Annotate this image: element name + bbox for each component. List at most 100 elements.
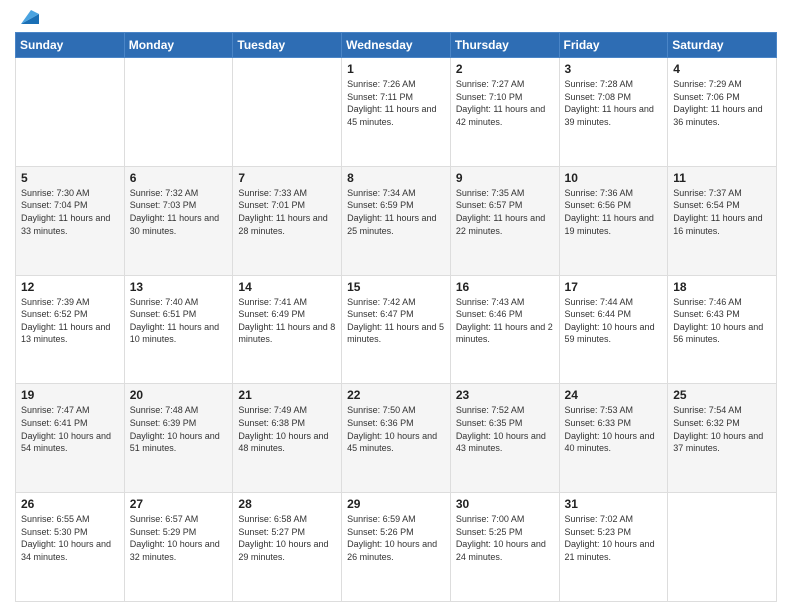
sunrise-text: Sunrise: 7:32 AM: [130, 188, 199, 198]
sunset-text: Sunset: 6:44 PM: [565, 309, 632, 319]
sunset-text: Sunset: 6:32 PM: [673, 418, 740, 428]
sunrise-text: Sunrise: 7:41 AM: [238, 297, 307, 307]
sunrise-text: Sunrise: 6:57 AM: [130, 514, 199, 524]
daylight-text: Daylight: 10 hours and 56 minutes.: [673, 322, 763, 345]
sunrise-text: Sunrise: 7:00 AM: [456, 514, 525, 524]
sunrise-text: Sunrise: 7:49 AM: [238, 405, 307, 415]
day-number: 24: [565, 388, 663, 402]
table-row: 19Sunrise: 7:47 AMSunset: 6:41 PMDayligh…: [16, 384, 125, 493]
sunrise-text: Sunrise: 7:43 AM: [456, 297, 525, 307]
day-info: Sunrise: 7:53 AMSunset: 6:33 PMDaylight:…: [565, 404, 663, 454]
col-wednesday: Wednesday: [342, 33, 451, 58]
sunset-text: Sunset: 7:04 PM: [21, 200, 88, 210]
col-sunday: Sunday: [16, 33, 125, 58]
table-row: 29 Sunrise: 6:59 AM Sunset: 5:26 PM Dayligh…: [342, 493, 451, 602]
day-number: 13: [130, 280, 228, 294]
sunrise-text: Sunrise: 6:55 AM: [21, 514, 90, 524]
day-number: 21: [238, 388, 336, 402]
day-number: 5: [21, 171, 119, 185]
day-info: Sunrise: 7:42 AMSunset: 6:47 PMDaylight:…: [347, 296, 445, 346]
sunset-text: Sunset: 5:26 PM: [347, 527, 414, 537]
sunrise-text: Sunrise: 7:29 AM: [673, 79, 742, 89]
table-row: 25Sunrise: 7:54 AMSunset: 6:32 PMDayligh…: [668, 384, 777, 493]
sunset-text: Sunset: 6:35 PM: [456, 418, 523, 428]
table-row: [16, 58, 125, 167]
daylight-text: Daylight: 10 hours and 40 minutes.: [565, 431, 655, 454]
daylight-text: Daylight: 11 hours and 30 minutes.: [130, 213, 219, 236]
sunset-text: Sunset: 7:08 PM: [565, 92, 632, 102]
sunset-text: Sunset: 6:46 PM: [456, 309, 523, 319]
sunrise-text: Sunrise: 7:30 AM: [21, 188, 90, 198]
sunrise-text: Sunrise: 7:54 AM: [673, 405, 742, 415]
sunrise-text: Sunrise: 7:27 AM: [456, 79, 525, 89]
day-info: Sunrise: 7:36 AMSunset: 6:56 PMDaylight:…: [565, 187, 663, 237]
sunset-text: Sunset: 7:01 PM: [238, 200, 305, 210]
sunrise-text: Sunrise: 7:02 AM: [565, 514, 634, 524]
table-row: 14Sunrise: 7:41 AMSunset: 6:49 PMDayligh…: [233, 275, 342, 384]
day-info: Sunrise: 7:02 AMSunset: 5:23 PMDaylight:…: [565, 513, 663, 563]
daylight-text: Daylight: 11 hours and 10 minutes.: [130, 322, 219, 345]
day-number: 17: [565, 280, 663, 294]
day-number: 29: [347, 497, 445, 511]
daylight-text: Daylight: 11 hours and 25 minutes.: [347, 213, 436, 236]
daylight-text: Daylight: 10 hours and 29 minutes.: [238, 539, 328, 562]
sunset-text: Sunset: 7:10 PM: [456, 92, 523, 102]
sunrise-text: Sunrise: 7:50 AM: [347, 405, 416, 415]
day-info: Sunrise: 7:28 AMSunset: 7:08 PMDaylight:…: [565, 78, 663, 128]
day-number: 2: [456, 62, 554, 76]
day-number: 14: [238, 280, 336, 294]
daylight-text: Daylight: 11 hours and 2 minutes.: [456, 322, 553, 345]
sunrise-text: Sunrise: 7:53 AM: [565, 405, 634, 415]
sunset-text: Sunset: 5:25 PM: [456, 527, 523, 537]
day-info: Sunrise: 7:30 AM Sunset: 7:04 PM Daylight:…: [21, 187, 119, 237]
sunrise-text: Sunrise: 7:39 AM: [21, 297, 90, 307]
day-info: Sunrise: 7:33 AMSunset: 7:01 PMDaylight:…: [238, 187, 336, 237]
table-row: 21Sunrise: 7:49 AMSunset: 6:38 PMDayligh…: [233, 384, 342, 493]
sunrise-text: Sunrise: 6:59 AM: [347, 514, 416, 524]
sunrise-text: Sunrise: 7:47 AM: [21, 405, 90, 415]
day-number: 23: [456, 388, 554, 402]
daylight-text: Daylight: 11 hours and 22 minutes.: [456, 213, 545, 236]
day-number: 11: [673, 171, 771, 185]
day-number: 18: [673, 280, 771, 294]
sunset-text: Sunset: 6:41 PM: [21, 418, 88, 428]
day-info: Sunrise: 7:46 AMSunset: 6:43 PMDaylight:…: [673, 296, 771, 346]
table-row: 8Sunrise: 7:34 AMSunset: 6:59 PMDaylight…: [342, 166, 451, 275]
sunrise-text: Sunrise: 7:26 AM: [347, 79, 416, 89]
daylight-text: Daylight: 10 hours and 26 minutes.: [347, 539, 437, 562]
day-info: Sunrise: 7:41 AMSunset: 6:49 PMDaylight:…: [238, 296, 336, 346]
day-number: 15: [347, 280, 445, 294]
day-info: Sunrise: 7:48 AMSunset: 6:39 PMDaylight:…: [130, 404, 228, 454]
day-number: 10: [565, 171, 663, 185]
table-row: 20Sunrise: 7:48 AMSunset: 6:39 PMDayligh…: [124, 384, 233, 493]
sunset-text: Sunset: 5:23 PM: [565, 527, 632, 537]
sunset-text: Sunset: 5:29 PM: [130, 527, 197, 537]
col-thursday: Thursday: [450, 33, 559, 58]
table-row: 12Sunrise: 7:39 AMSunset: 6:52 PMDayligh…: [16, 275, 125, 384]
table-row: 5 Sunrise: 7:30 AM Sunset: 7:04 PM Daylight…: [16, 166, 125, 275]
sunrise-text: Sunrise: 6:58 AM: [238, 514, 307, 524]
day-number: 6: [130, 171, 228, 185]
daylight-text: Daylight: 11 hours and 39 minutes.: [565, 104, 654, 127]
table-row: 1 Sunrise: 7:26 AMSunset: 7:11 PMDaylight…: [342, 58, 451, 167]
daylight-text: Daylight: 11 hours and 33 minutes.: [21, 213, 110, 236]
sunset-text: Sunset: 6:49 PM: [238, 309, 305, 319]
table-row: 18 Sunrise: 7:46 AMSunset: 6:43 PMDayligh…: [668, 275, 777, 384]
daylight-text: Daylight: 10 hours and 54 minutes.: [21, 431, 111, 454]
day-number: 1: [347, 62, 445, 76]
table-row: 27Sunrise: 6:57 AMSunset: 5:29 PMDayligh…: [124, 493, 233, 602]
day-number: 22: [347, 388, 445, 402]
daylight-text: Daylight: 11 hours and 5 minutes.: [347, 322, 444, 345]
sunset-text: Sunset: 6:38 PM: [238, 418, 305, 428]
sunset-text: Sunset: 5:27 PM: [238, 527, 305, 537]
daylight-text: Daylight: 11 hours and 13 minutes.: [21, 322, 110, 345]
day-info: Sunrise: 7:26 AMSunset: 7:11 PMDaylight:…: [347, 78, 445, 128]
sunset-text: Sunset: 6:36 PM: [347, 418, 414, 428]
calendar-week-row: 12Sunrise: 7:39 AMSunset: 6:52 PMDayligh…: [16, 275, 777, 384]
col-monday: Monday: [124, 33, 233, 58]
table-row: 24 Sunrise: 7:53 AMSunset: 6:33 PMDayligh…: [559, 384, 668, 493]
table-row: 3Sunrise: 7:28 AMSunset: 7:08 PMDaylight…: [559, 58, 668, 167]
day-info: Sunrise: 7:40 AMSunset: 6:51 PMDaylight:…: [130, 296, 228, 346]
table-row: 6Sunrise: 7:32 AMSunset: 7:03 PMDaylight…: [124, 166, 233, 275]
daylight-text: Daylight: 10 hours and 24 minutes.: [456, 539, 546, 562]
